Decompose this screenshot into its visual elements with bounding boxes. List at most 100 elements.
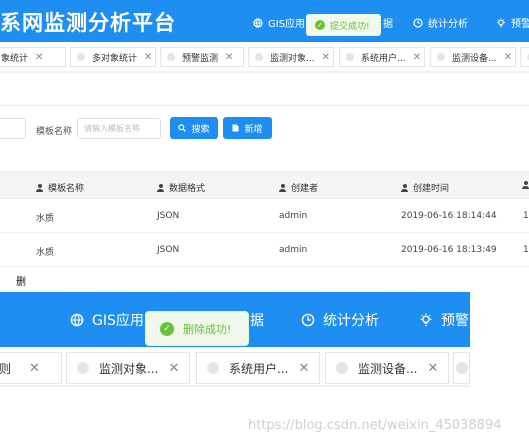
close-icon[interactable]: ✕ — [322, 52, 330, 63]
column-header-template-name[interactable]: 模板名称 — [36, 181, 84, 194]
search-icon — [178, 124, 187, 132]
tab-label: 预警监测 — [182, 53, 219, 64]
top-header: 系网监测分析平台 GIS应用 数据 统计分析 预警 — [0, 0, 529, 42]
template-name-input[interactable] — [77, 118, 161, 139]
tab-partial-right[interactable] — [453, 352, 470, 384]
table-header: 模板名称 数据格式 创建者 创建时间 — [0, 171, 529, 199]
check-circle-icon: ✓ — [160, 321, 174, 336]
user-icon — [279, 183, 286, 192]
success-toast-zoomed: ✓ 删除成功! — [145, 311, 249, 346]
nav-stats-label: 统计分析 — [428, 19, 468, 30]
tab-dot-icon — [255, 53, 263, 61]
nav-data-label: 据 — [250, 313, 264, 329]
tab-dot-icon — [346, 53, 354, 61]
tab-multi-object-stats[interactable]: 多对象统计 ✕ — [70, 47, 156, 67]
nav-stats[interactable]: 统计分析 — [301, 310, 379, 330]
stray-text: 删 — [16, 277, 26, 288]
cell-template-name: 水质 — [36, 214, 55, 224]
close-icon[interactable]: ✕ — [225, 52, 233, 63]
tab-bar-divider — [0, 71, 529, 73]
globe-icon — [253, 17, 263, 28]
column-header-data-format[interactable]: 数据格式 — [157, 181, 205, 194]
toast-message: 提交成功! — [330, 21, 370, 32]
tab-monitor-object[interactable]: 监测对象... ✕ — [248, 47, 334, 67]
tab-monitor-object[interactable]: 监测对象... ✕ — [66, 352, 190, 384]
tab-dot-icon — [207, 362, 219, 374]
close-icon[interactable]: ✕ — [35, 52, 43, 63]
success-toast: ✓ 提交成功! — [306, 14, 381, 36]
user-icon — [157, 183, 164, 192]
tab-object-stats[interactable]: 象统计 ✕ — [0, 47, 66, 67]
close-icon[interactable]: ✕ — [413, 52, 421, 63]
table-row[interactable]: 水质 JSON admin 2019-06-16 18:13:49 1 — [0, 233, 529, 267]
close-icon[interactable]: ✕ — [29, 361, 40, 376]
tab-partial[interactable] — [520, 47, 529, 67]
close-icon[interactable]: ✕ — [144, 52, 152, 63]
close-icon[interactable]: ✕ — [168, 361, 179, 376]
close-icon[interactable]: ✕ — [504, 52, 512, 63]
cell-extra: 1 — [523, 211, 529, 221]
column-header-extra[interactable] — [522, 181, 529, 189]
nav-gis-label: GIS应用 — [268, 19, 306, 30]
tab-system-user[interactable]: 系统用户... ✕ — [339, 47, 425, 67]
table-row[interactable]: 水质 JSON admin 2019-06-16 18:14:44 1 — [0, 199, 529, 233]
tab-dot-icon — [77, 53, 85, 61]
tab-system-user[interactable]: 系统用户... ✕ — [196, 352, 320, 384]
tab-dot-icon — [336, 362, 348, 374]
tab-bar: 象统计 ✕ 多对象统计 ✕ 预警监测 ✕ 监测对象... ✕ 系统用户... ✕… — [0, 45, 529, 71]
tab-label: 监测对象... — [270, 53, 315, 64]
tab-partial-left[interactable]: 则 ✕ — [0, 352, 62, 384]
tab-warning-monitor[interactable]: 预警监测 ✕ — [160, 47, 244, 67]
column-header-label: 数据格式 — [169, 184, 206, 194]
user-icon — [36, 183, 43, 192]
globe-icon — [70, 313, 84, 327]
previous-filter-input[interactable] — [0, 118, 26, 139]
nav-stats-label: 统计分析 — [323, 313, 379, 329]
close-icon[interactable]: ✕ — [298, 361, 309, 376]
document-icon — [232, 124, 239, 132]
nav-stats[interactable]: 统计分析 — [413, 15, 468, 30]
column-header-label: 创建时间 — [413, 184, 450, 194]
user-icon — [522, 181, 529, 189]
cell-creator: admin — [279, 245, 308, 255]
close-icon[interactable]: ✕ — [427, 361, 438, 376]
tab-dot-icon — [437, 53, 445, 61]
column-header-label: 创建者 — [291, 184, 319, 194]
template-name-label: 模板名称 — [36, 127, 73, 137]
column-header-creator[interactable]: 创建者 — [279, 181, 318, 194]
search-button-label: 搜索 — [191, 124, 210, 135]
tab-label: 象统计 — [1, 53, 29, 64]
nav-gis-label: GIS应用 — [92, 313, 144, 329]
nav-gis[interactable]: GIS应用 — [70, 310, 144, 330]
tab-dot-icon — [77, 362, 89, 374]
clock-icon — [413, 17, 423, 28]
tab-label: 系统用户... — [361, 53, 406, 64]
nav-data-label: 数据 — [383, 19, 393, 30]
add-button[interactable]: 新增 — [223, 117, 272, 139]
search-button[interactable]: 搜索 — [170, 117, 218, 139]
nav-warning[interactable]: 预警 — [419, 310, 470, 330]
toast-message: 删除成功! — [183, 322, 232, 336]
bulb-icon — [497, 17, 505, 27]
cell-extra: 1 — [523, 245, 529, 255]
column-header-create-time[interactable]: 创建时间 — [401, 181, 449, 194]
nav-warning-label: 预警 — [511, 19, 529, 30]
tab-label: 监测设备... — [452, 53, 497, 64]
cell-template-name: 水质 — [36, 248, 55, 258]
add-button-label: 新增 — [244, 124, 263, 135]
watermark: https://blog.csdn.net/weixin_45038894 — [248, 418, 502, 433]
tab-dot-icon — [456, 362, 468, 374]
nav-gis[interactable]: GIS应用 — [253, 15, 305, 30]
tab-label: 系统用户... — [229, 361, 289, 376]
tab-label: 则 — [0, 361, 12, 376]
tab-monitor-device[interactable]: 监测设备... ✕ — [430, 47, 516, 67]
tab-label: 多对象统计 — [92, 53, 138, 64]
tab-bar-divider — [0, 385, 470, 387]
cell-creator: admin — [279, 211, 308, 221]
nav-data[interactable]: 据 — [250, 310, 264, 330]
cell-create-time: 2019-06-16 18:13:49 — [401, 245, 497, 255]
tab-monitor-device[interactable]: 监测设备... ✕ — [325, 352, 449, 384]
nav-warning[interactable]: 预警 — [496, 15, 529, 30]
nav-data[interactable]: 数据 — [383, 15, 393, 30]
nav-warning-label: 预警 — [441, 313, 469, 329]
